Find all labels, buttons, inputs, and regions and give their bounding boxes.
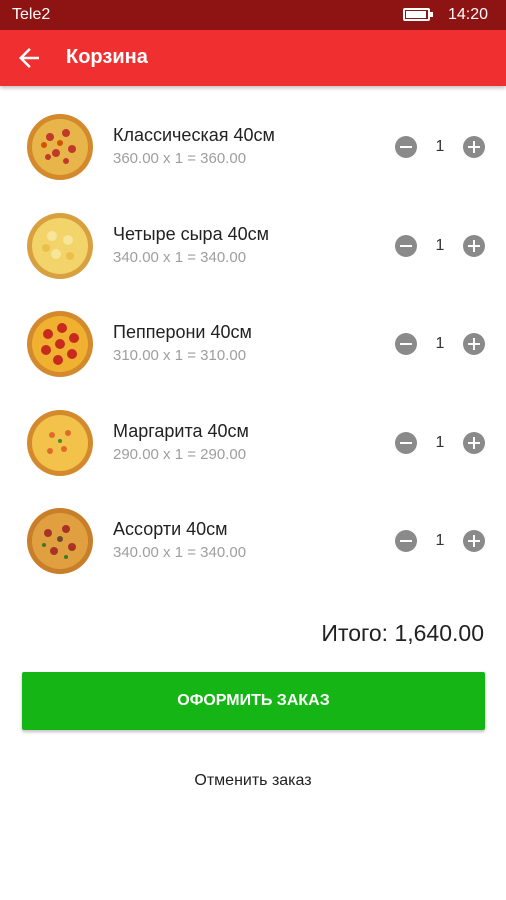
status-bar: Tele2 14:20	[0, 0, 506, 30]
minus-icon[interactable]	[395, 136, 417, 158]
item-quantity: 1	[435, 236, 445, 254]
cart-item: Маргарита 40см 290.00 x 1 = 290.00 1	[0, 392, 506, 491]
item-quantity: 1	[435, 532, 445, 549]
app-bar: Корзина	[0, 30, 506, 86]
item-price-calc: 340.00 x 1 = 340.00	[113, 248, 247, 266]
pizza-image	[27, 508, 93, 574]
item-price-calc: 290.00 x 1 = 290.00	[113, 445, 247, 463]
plus-icon[interactable]	[463, 234, 485, 257]
pizza-image	[27, 114, 93, 180]
item-name: Ассорти 40см	[113, 519, 228, 539]
page-title: Корзина	[66, 46, 148, 68]
minus-icon[interactable]	[395, 530, 417, 552]
item-price-calc: 340.00 x 1 = 340.00	[113, 544, 247, 561]
item-name: Пепперони 40см	[113, 322, 252, 342]
place-order-button[interactable]: ОФОРМИТЬ ЗАКАЗ	[22, 672, 485, 730]
pizza-image	[27, 311, 93, 377]
cart-item: Ассорти 40см 340.00 x 1 = 340.00 1	[0, 490, 506, 589]
item-quantity: 1	[435, 433, 445, 451]
item-name: Четыре сыра 40см	[113, 223, 269, 244]
item-name: Классическая 40см	[113, 125, 275, 145]
item-quantity: 1	[435, 335, 445, 352]
minus-icon[interactable]	[395, 431, 417, 454]
item-price-calc: 360.00 x 1 = 360.00	[113, 150, 247, 167]
order-total: Итого: 1,640.00	[321, 620, 484, 646]
cancel-order-button[interactable]: Отменить заказ	[0, 772, 506, 790]
minus-icon[interactable]	[395, 333, 417, 355]
carrier-name: Tele2	[12, 6, 51, 23]
cart-item: Классическая 40см 360.00 x 1 = 360.00 1	[0, 96, 506, 195]
cart-list: Классическая 40см 360.00 x 1 = 360.00 1 …	[0, 96, 506, 589]
plus-icon[interactable]	[463, 333, 485, 355]
item-price-calc: 310.00 x 1 = 310.00	[113, 347, 247, 364]
pizza-image	[27, 409, 93, 476]
plus-icon[interactable]	[463, 431, 485, 454]
status-time: 14:20	[447, 6, 488, 23]
pizza-image	[27, 212, 93, 279]
plus-icon[interactable]	[463, 136, 485, 158]
cart-item: Четыре сыра 40см 340.00 x 1 = 340.00 1	[0, 195, 506, 294]
back-arrow-icon[interactable]	[14, 43, 44, 73]
item-name: Маргарита 40см	[113, 420, 249, 441]
item-quantity: 1	[435, 138, 445, 155]
cart-item: Пепперони 40см 310.00 x 1 = 310.00 1	[0, 293, 506, 392]
plus-icon[interactable]	[463, 530, 485, 552]
battery-icon	[403, 8, 433, 21]
minus-icon[interactable]	[395, 234, 417, 257]
